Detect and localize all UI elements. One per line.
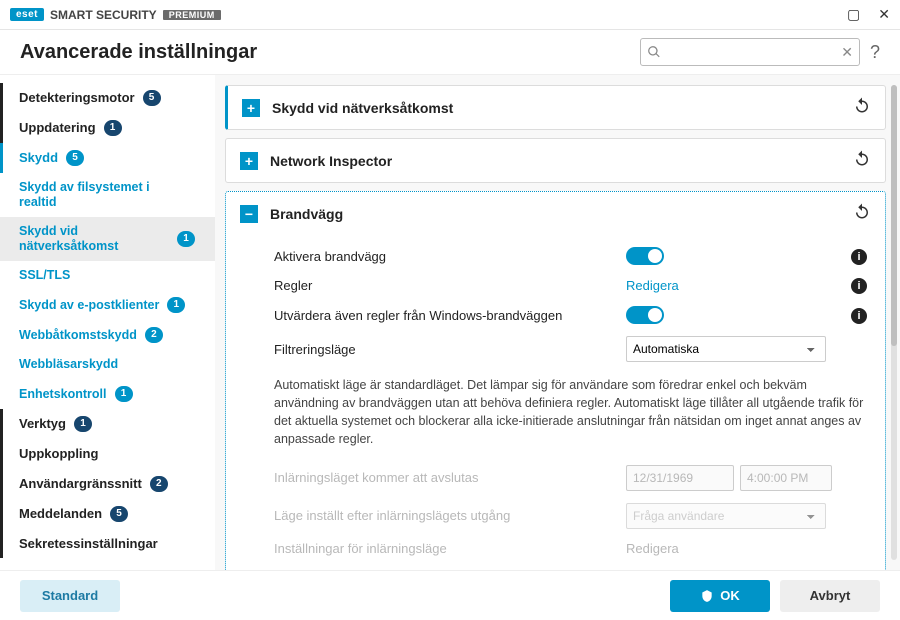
sidebar-item-privacy[interactable]: Sekretessinställningar — [0, 529, 215, 559]
badge: 1 — [167, 297, 185, 313]
revert-icon[interactable] — [853, 96, 871, 119]
sidebar-item-label: Sekretessinställningar — [19, 536, 158, 552]
shield-icon — [700, 589, 714, 603]
toggle-windows-rules[interactable] — [626, 306, 664, 324]
window-maximize-icon[interactable]: ▢ — [847, 6, 860, 23]
section-network-protection[interactable]: Skydd vid nätverksåtkomst — [228, 86, 885, 129]
default-button[interactable]: Standard — [20, 580, 120, 612]
sidebar-item-ssl[interactable]: SSL/TLS — [0, 261, 215, 290]
section-title: Brandvägg — [270, 206, 343, 222]
badge: 5 — [66, 150, 84, 166]
section-network-inspector[interactable]: Network Inspector — [226, 139, 885, 182]
sidebar-item-label: SSL/TLS — [19, 268, 70, 283]
setting-label-enable-firewall: Aktivera brandvägg — [274, 249, 614, 264]
badge: 5 — [143, 90, 161, 106]
info-icon[interactable]: i — [851, 249, 867, 265]
sidebar-item-webaccess[interactable]: Webbåtkomstskydd 2 — [0, 320, 215, 350]
learning-settings-link: Redigera — [626, 541, 679, 556]
sidebar-item-update[interactable]: Uppdatering 1 — [0, 113, 215, 143]
sidebar-item-detection[interactable]: Detekteringsmotor 5 — [0, 83, 215, 113]
sidebar-item-notifications[interactable]: Meddelanden 5 — [0, 499, 215, 529]
setting-label-filter-mode: Filtreringsläge — [274, 342, 614, 357]
section-firewall[interactable]: Brandvägg — [226, 192, 885, 235]
learning-end-date — [626, 465, 734, 491]
info-icon[interactable]: i — [851, 278, 867, 294]
sidebar-item-realtime[interactable]: Skydd av filsystemet i realtid — [0, 173, 215, 217]
sidebar-item-label: Webbläsarskydd — [19, 357, 118, 372]
ok-button[interactable]: OK — [670, 580, 770, 612]
page-title: Avancerade inställningar — [20, 41, 257, 64]
sidebar: Detekteringsmotor 5 Uppdatering 1 Skydd … — [0, 75, 215, 570]
cancel-button[interactable]: Avbryt — [780, 580, 880, 612]
setting-label-post-learning: Läge inställt efter inlärningslägets utg… — [274, 508, 614, 523]
sidebar-item-label: Verktyg — [19, 416, 66, 432]
sidebar-item-label: Meddelanden — [19, 506, 102, 522]
section-title: Skydd vid nätverksåtkomst — [272, 100, 453, 116]
badge: 2 — [150, 476, 168, 492]
sidebar-item-tools[interactable]: Verktyg 1 — [0, 409, 215, 439]
badge: 5 — [110, 506, 128, 522]
search-box[interactable]: ✕ — [640, 38, 860, 66]
content-area: Skydd vid nätverksåtkomst Network Inspec… — [215, 75, 900, 570]
scrollbar[interactable] — [891, 85, 897, 560]
sidebar-item-browser[interactable]: Webbläsarskydd — [0, 350, 215, 379]
toggle-enable-firewall[interactable] — [626, 247, 664, 265]
search-input[interactable] — [661, 45, 841, 59]
post-learning-select: Fråga användare — [626, 503, 826, 529]
setting-label-rules: Regler — [274, 278, 614, 293]
info-icon[interactable]: i — [851, 308, 867, 324]
setting-label-windows-rules: Utvärdera även regler från Windows-brand… — [274, 308, 614, 323]
sidebar-item-network-protection[interactable]: Skydd vid nätverksåtkomst 1 — [0, 217, 215, 261]
expand-icon[interactable] — [240, 152, 258, 170]
revert-icon[interactable] — [853, 202, 871, 225]
sidebar-item-label: Skydd — [19, 150, 58, 166]
brand-logo: eset — [10, 8, 44, 21]
sidebar-item-label: Uppdatering — [19, 120, 96, 136]
edit-rules-link[interactable]: Redigera — [626, 278, 679, 293]
setting-label-learning-settings: Inställningar för inlärningsläge — [274, 541, 614, 556]
search-clear-icon[interactable]: ✕ — [841, 44, 853, 61]
sidebar-item-device[interactable]: Enhetskontroll 1 — [0, 379, 215, 409]
badge: 1 — [115, 386, 133, 402]
sidebar-item-email[interactable]: Skydd av e-postklienter 1 — [0, 290, 215, 320]
badge: 1 — [177, 231, 195, 247]
product-name: SMART SECURITY — [50, 8, 157, 22]
sidebar-item-label: Uppkoppling — [19, 446, 98, 462]
ok-button-label: OK — [720, 588, 740, 603]
sidebar-item-label: Användargränssnitt — [19, 476, 142, 492]
badge: 1 — [74, 416, 92, 432]
search-icon — [647, 45, 661, 59]
expand-icon[interactable] — [242, 99, 260, 117]
edition-badge: PREMIUM — [163, 10, 221, 20]
window-close-icon[interactable]: ✕ — [878, 6, 890, 23]
sidebar-item-connection[interactable]: Uppkoppling — [0, 439, 215, 469]
sidebar-item-label: Skydd av filsystemet i realtid — [19, 180, 169, 210]
setting-label-learning-end: Inlärningsläget kommer att avslutas — [274, 470, 614, 485]
sidebar-item-protection[interactable]: Skydd 5 — [0, 143, 215, 173]
collapse-icon[interactable] — [240, 205, 258, 223]
help-icon[interactable]: ? — [870, 42, 880, 63]
sidebar-item-label: Enhetskontroll — [19, 387, 107, 402]
sidebar-item-label: Skydd av e-postklienter — [19, 298, 159, 313]
sidebar-item-ui[interactable]: Användargränssnitt 2 — [0, 469, 215, 499]
filter-mode-select[interactable]: Automatiska — [626, 336, 826, 362]
revert-icon[interactable] — [853, 149, 871, 172]
filter-mode-description: Automatiskt läge är standardläget. Det l… — [260, 368, 881, 459]
sidebar-item-label: Detekteringsmotor — [19, 90, 135, 106]
badge: 1 — [104, 120, 122, 136]
sidebar-item-label: Skydd vid nätverksåtkomst — [19, 224, 169, 254]
section-title: Network Inspector — [270, 153, 392, 169]
badge: 2 — [145, 327, 163, 343]
learning-end-time — [740, 465, 832, 491]
sidebar-item-label: Webbåtkomstskydd — [19, 328, 137, 343]
